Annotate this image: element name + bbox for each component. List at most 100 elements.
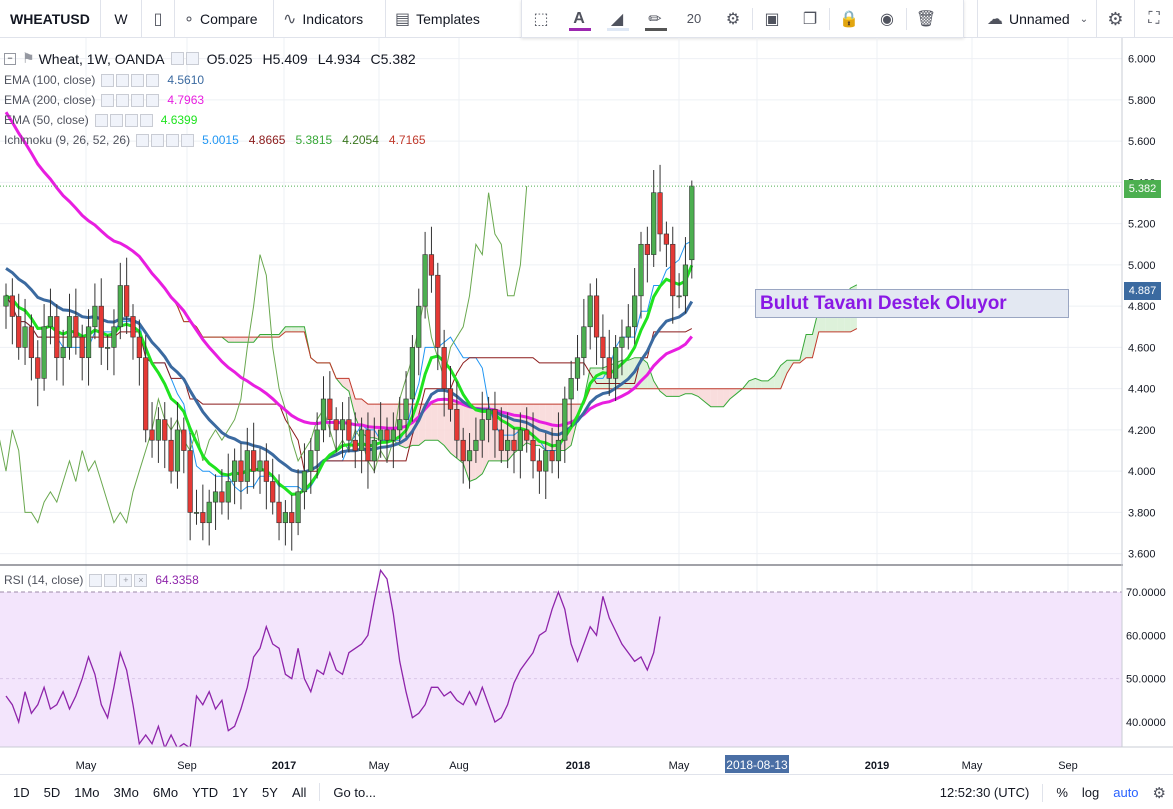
ichimoku-cloud-segment — [355, 398, 362, 433]
collapse-icon[interactable]: − — [4, 52, 16, 65]
candle-body — [352, 439, 358, 451]
line-color-button[interactable]: ✏ — [636, 0, 674, 37]
range-button-all[interactable]: All — [285, 785, 313, 800]
eye-icon[interactable] — [89, 573, 103, 587]
candle-body — [60, 347, 66, 359]
percent-toggle[interactable]: % — [1049, 785, 1075, 800]
text-color-icon: A — [573, 9, 585, 27]
fill-color-button[interactable]: ◢ — [598, 0, 636, 37]
candle-body — [479, 419, 485, 441]
range-button-6mo[interactable]: 6Mo — [146, 785, 185, 800]
gear-icon[interactable] — [116, 73, 130, 87]
clone-button[interactable]: ❐ — [791, 0, 829, 37]
ichimoku-cloud-segment — [240, 337, 248, 343]
compare-button[interactable]: ∘ Compare — [175, 0, 274, 38]
text-color-button[interactable]: A — [560, 0, 598, 37]
candle-body — [409, 347, 416, 400]
selection-tool-button[interactable]: ⬚ — [522, 0, 560, 37]
chart-type-button[interactable]: ▯ — [142, 0, 175, 38]
visual-order-button[interactable]: ▣ — [753, 0, 791, 37]
close-icon[interactable] — [181, 133, 195, 147]
ichimoku-cloud-segment — [431, 404, 438, 441]
indicator-value: 4.2054 — [342, 133, 379, 147]
candle-body — [225, 481, 231, 503]
rsi-axis-label: 50.0000 — [1126, 674, 1166, 686]
save-layout-button[interactable]: ☁ Unnamed ⌄ — [977, 0, 1097, 38]
settings-button[interactable]: ⚙ — [714, 0, 752, 37]
eye-icon[interactable] — [170, 52, 184, 65]
close-icon[interactable]: × — [134, 573, 148, 587]
settings-button[interactable]: ⚙ — [1146, 784, 1173, 802]
symbol-search[interactable]: WHEATUSD — [0, 0, 101, 38]
candle-body — [66, 316, 73, 348]
ichimoku-cloud-segment — [298, 326, 305, 332]
add-icon[interactable] — [124, 113, 138, 127]
eye-icon[interactable] — [101, 93, 115, 107]
range-button-5y[interactable]: 5Y — [255, 785, 285, 800]
lock-button[interactable]: 🔒 — [830, 0, 868, 37]
eye-icon[interactable] — [136, 133, 150, 147]
candle-body — [282, 512, 289, 524]
eye-icon[interactable] — [94, 113, 108, 127]
gear-icon[interactable] — [185, 52, 199, 65]
text-annotation[interactable]: Bulut Tavanı Destek Oluyor — [755, 289, 1069, 318]
ichimoku-chikou — [0, 186, 528, 525]
range-button-1d[interactable]: 1D — [6, 785, 37, 800]
gear-icon[interactable] — [151, 133, 165, 147]
dotted-square-icon: ⬚ — [533, 10, 549, 28]
candle-body — [28, 326, 35, 359]
fullscreen-button[interactable]: ⛶ — [1135, 0, 1173, 38]
clock-time[interactable]: 12:52:30 (UTC) — [933, 785, 1037, 800]
add-icon[interactable]: + — [119, 573, 133, 587]
candle-body — [346, 419, 352, 441]
range-button-1mo[interactable]: 1Mo — [67, 785, 106, 800]
candle-body — [251, 450, 257, 472]
candle-body — [365, 429, 371, 462]
templates-button[interactable]: ▤ Templates — [386, 0, 489, 38]
close-icon[interactable] — [139, 113, 153, 127]
hide-button[interactable]: ◉ — [868, 0, 906, 37]
rsi-buttons: + × — [89, 573, 149, 587]
gear-icon: ⚙ — [1152, 784, 1166, 802]
candle-body — [454, 408, 460, 441]
indicators-label: Indicators — [302, 10, 364, 27]
indicators-button[interactable]: ∿ Indicators — [274, 0, 386, 38]
gear-icon[interactable] — [104, 573, 118, 587]
add-icon[interactable] — [131, 73, 145, 87]
candle-body — [447, 388, 454, 410]
interval-button[interactable]: W — [101, 0, 142, 38]
add-icon[interactable] — [166, 133, 180, 147]
chart-canvas[interactable]: 6.0005.8005.6005.4005.2005.0004.8004.600… — [0, 38, 1173, 774]
range-button-1y[interactable]: 1Y — [225, 785, 255, 800]
candle-body — [378, 429, 384, 441]
candle-body — [327, 398, 333, 420]
add-icon[interactable] — [131, 93, 145, 107]
indicator-buttons — [101, 93, 161, 107]
delete-button[interactable]: 🗑 — [907, 0, 945, 37]
range-button-ytd[interactable]: YTD — [185, 785, 225, 800]
gear-icon[interactable] — [109, 113, 123, 127]
eye-icon[interactable] — [101, 73, 115, 87]
candle-body — [193, 512, 200, 514]
gear-icon[interactable] — [116, 93, 130, 107]
candle-body — [416, 305, 422, 348]
goto-button[interactable]: Go to... — [326, 785, 383, 800]
range-button-5d[interactable]: 5D — [37, 785, 68, 800]
indicator-value: 4.5610 — [167, 73, 205, 87]
candle-body — [644, 243, 650, 255]
font-size-dropdown[interactable]: 20 — [674, 0, 714, 37]
trash-icon: 🗑 — [915, 10, 937, 28]
ichimoku-cloud-segment — [285, 326, 292, 332]
close-icon[interactable] — [146, 73, 160, 87]
auto-toggle[interactable]: auto — [1106, 785, 1145, 800]
chart-area[interactable]: 6.0005.8005.6005.4005.2005.0004.8004.600… — [0, 38, 1173, 774]
separator — [319, 783, 321, 801]
candle-body — [612, 347, 619, 379]
range-button-3mo[interactable]: 3Mo — [107, 785, 146, 800]
log-toggle[interactable]: log — [1075, 785, 1106, 800]
close-icon[interactable] — [146, 93, 160, 107]
price-axis-bg — [1123, 38, 1173, 774]
chart-settings-button[interactable]: ⚙ — [1097, 0, 1135, 38]
price-axis-label: 5.200 — [1128, 219, 1156, 231]
candle-body — [663, 233, 669, 245]
